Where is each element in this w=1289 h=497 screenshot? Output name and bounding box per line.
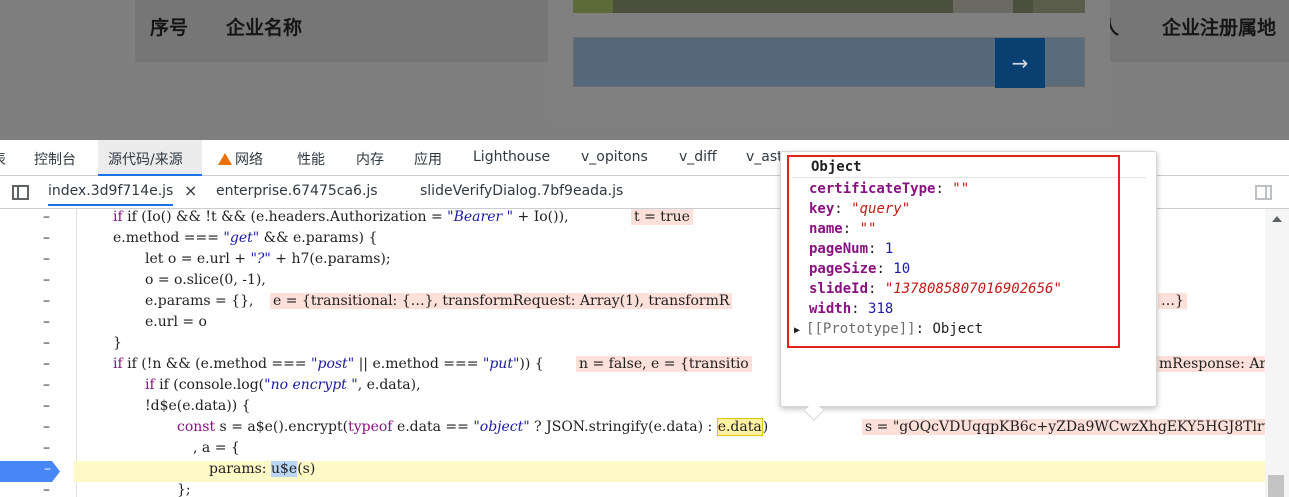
code-keyword: const	[177, 419, 216, 435]
vertical-scrollbar[interactable]	[1265, 209, 1289, 497]
current-execution-line[interactable]: params: u$e(s)	[74, 461, 1265, 482]
table-header-company-name: 企业名称	[226, 17, 303, 39]
code-text: }	[113, 335, 122, 351]
inline-value: n = false, e = {transitio	[576, 356, 752, 372]
tab-performance[interactable]: 性能	[297, 149, 325, 169]
code-text: e.method === "get" && e.params) {	[113, 230, 377, 246]
code-segment: + h7(e.params);	[270, 251, 391, 267]
inline-value: s = "gOQcVDUqqpKB6c+yZDa9WCwzXhgEKY5HGJ8…	[862, 419, 1289, 435]
arrow-right-icon: →	[1011, 51, 1029, 75]
tab-network-label: 网络	[235, 152, 263, 168]
code-segment: if (console.log(	[159, 377, 265, 393]
code-string: "put"	[482, 356, 520, 372]
line-marker[interactable]: –	[43, 314, 50, 330]
code-segment: e.data ==	[392, 419, 474, 435]
code-segment: ? JSON.stringify(e.data) :	[529, 419, 717, 435]
tab-application[interactable]: 应用	[414, 149, 442, 169]
warning-icon	[218, 153, 232, 165]
annotation-highlight-box	[787, 155, 1120, 348]
table-header-index: 序号	[150, 17, 189, 39]
code-segment: if (Io() && !t && (e.headers.Authorizati…	[127, 209, 448, 225]
tab-elements[interactable]: 表	[0, 149, 6, 169]
code-keyword: typeof	[348, 419, 393, 435]
code-text: let o = e.url + "?" + h7(e.params);	[145, 251, 391, 267]
slider-handle[interactable]: →	[995, 38, 1045, 88]
table-header-registration-place: 企业注册属地	[1162, 17, 1277, 39]
code-line[interactable]: – const s = a$e().encrypt(typeof e.data …	[0, 418, 1289, 440]
code-segment: )) {	[519, 356, 544, 372]
navigator-toggle-icon[interactable]	[12, 185, 29, 200]
tab-v-diff[interactable]: v_diff	[679, 149, 717, 165]
inline-value-tail: mResponse: Arr	[1156, 356, 1276, 372]
code-string: "no encrypt "	[264, 377, 358, 393]
breakpoint-marker[interactable]: –	[0, 461, 60, 482]
line-marker[interactable]: –	[43, 440, 50, 456]
code-segment: (s)	[297, 461, 316, 477]
tab-network[interactable]: 网络	[218, 149, 263, 169]
line-marker[interactable]: –	[43, 482, 50, 497]
code-text: if if (!n && (e.method === "post" || e.m…	[113, 356, 544, 372]
captcha-image	[573, 0, 1085, 13]
code-text: };	[177, 482, 191, 497]
debugger-toggle-icon[interactable]	[1255, 185, 1272, 200]
line-marker[interactable]: –	[43, 419, 50, 435]
line-marker[interactable]: –	[43, 356, 50, 372]
code-segment: params:	[209, 461, 271, 477]
line-marker[interactable]: –	[43, 251, 50, 267]
code-string: "object"	[473, 419, 530, 435]
slide-verify-dialog: →	[548, 0, 1110, 124]
code-text: params: u$e(s)	[209, 461, 315, 477]
file-tab-index[interactable]: index.3d9f714e.js	[48, 183, 174, 206]
line-marker[interactable]: –	[43, 209, 50, 225]
tab-v-opitons[interactable]: v_opitons	[581, 149, 648, 165]
tab-lighthouse[interactable]: Lighthouse	[473, 149, 550, 165]
line-marker[interactable]: –	[43, 272, 50, 288]
code-segment: e.method ===	[113, 230, 224, 246]
code-text: const s = a$e().encrypt(typeof e.data ==…	[177, 418, 769, 436]
code-line[interactable]: – , a = {	[0, 440, 1265, 461]
slider-fill	[574, 38, 995, 86]
code-segment: || e.method ===	[354, 356, 483, 372]
page-background: 序号 企业名称 人 企业注册属地 →	[0, 0, 1289, 140]
close-icon[interactable]: ×	[184, 181, 197, 200]
code-segment: , e.data),	[357, 377, 421, 393]
code-segment: let o = e.url +	[145, 251, 251, 267]
line-marker[interactable]: –	[43, 335, 50, 351]
tab-sources[interactable]: 源代码/来源	[108, 149, 183, 169]
code-string: "?"	[250, 251, 271, 267]
breakpoint-dash: –	[44, 461, 51, 477]
code-text: if if (Io() && !t && (e.headers.Authoriz…	[113, 209, 569, 225]
inline-value: t = true	[631, 209, 693, 225]
scroll-up-icon[interactable]	[1272, 216, 1282, 222]
inline-value-tail: …}	[1158, 293, 1187, 309]
file-tab-enterprise[interactable]: enterprise.67475ca6.js	[216, 183, 378, 199]
code-text: , a = {	[193, 440, 240, 456]
scroll-thumb[interactable]	[1268, 475, 1284, 497]
line-marker[interactable]: –	[43, 377, 50, 393]
code-segment: s = a$e().encrypt(	[215, 419, 349, 435]
line-marker[interactable]: –	[43, 293, 50, 309]
hovered-expression[interactable]: e.data	[716, 418, 763, 436]
tab-v-ast[interactable]: v_ast	[746, 149, 783, 165]
code-segment: if (!n && (e.method ===	[127, 356, 312, 372]
inline-value: e = {transitional: {…}, transformRequest…	[270, 293, 733, 309]
code-string: "post"	[311, 356, 355, 372]
code-text: if if (console.log("no encrypt ", e.data…	[145, 377, 421, 393]
selected-text: u$e	[270, 461, 298, 477]
file-tab-slide-verify[interactable]: slideVerifyDialog.7bf9eada.js	[420, 183, 623, 199]
code-text: !d$e(e.data)) {	[145, 398, 251, 414]
code-line[interactable]: – };	[0, 482, 1265, 497]
code-string: "Bearer "	[447, 209, 514, 225]
tab-console[interactable]: 控制台	[34, 149, 76, 169]
line-marker[interactable]: –	[43, 230, 50, 246]
code-segment: )	[762, 419, 769, 435]
code-text: o = o.slice(0, -1),	[145, 272, 266, 288]
code-text: e.url = o	[145, 314, 207, 330]
line-marker[interactable]: –	[43, 398, 50, 414]
code-string: "get"	[223, 230, 260, 246]
code-text: e.params = {},	[145, 293, 254, 309]
code-segment: + Io()),	[513, 209, 569, 225]
tab-memory[interactable]: 内存	[356, 149, 384, 169]
code-segment: && e.params) {	[259, 230, 378, 246]
